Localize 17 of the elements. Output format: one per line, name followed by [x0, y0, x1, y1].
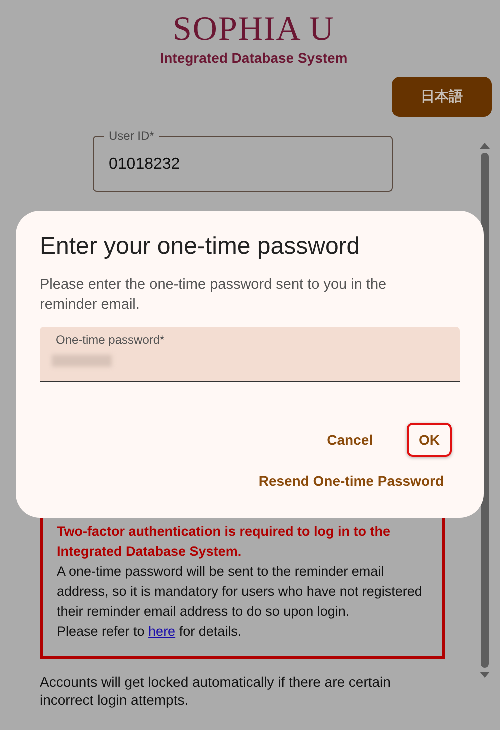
dialog-title: Enter your one-time password — [40, 233, 362, 261]
logo-subtitle: Integrated Database System — [160, 50, 348, 66]
otp-field[interactable]: One-time password* — [40, 327, 460, 382]
dialog-button[interactable]: OK — [407, 423, 452, 457]
notice-text: A one-time password will be sent to the reminder email address, so it is mandatory for users who have not registered their reminder email address to do so upon login. — [57, 563, 424, 621]
logo: SOPHIA U — [173, 12, 335, 48]
language-button[interactable]: 日本語 — [392, 77, 492, 117]
scroll-up-icon[interactable] — [480, 143, 490, 149]
user-id-field[interactable]: User ID* 01018232 — [93, 129, 393, 192]
dialog-button[interactable]: Cancel — [315, 423, 385, 457]
notice-heading: Two-factor authentication is required to log in to the Integrated Database System. — [57, 523, 392, 561]
scroll-down-icon[interactable] — [480, 672, 490, 678]
resend-link[interactable]: Resend One-time Password — [254, 467, 448, 495]
lock-notice: Accounts will get locked automatically if there are certain incorrect login attempts. — [40, 673, 392, 709]
notice-reference: Please refer to here for details. — [57, 623, 243, 641]
dialog-message: Please enter the one-time password sent to you in the reminder email. — [40, 276, 388, 315]
details-link[interactable]: here — [148, 624, 176, 639]
